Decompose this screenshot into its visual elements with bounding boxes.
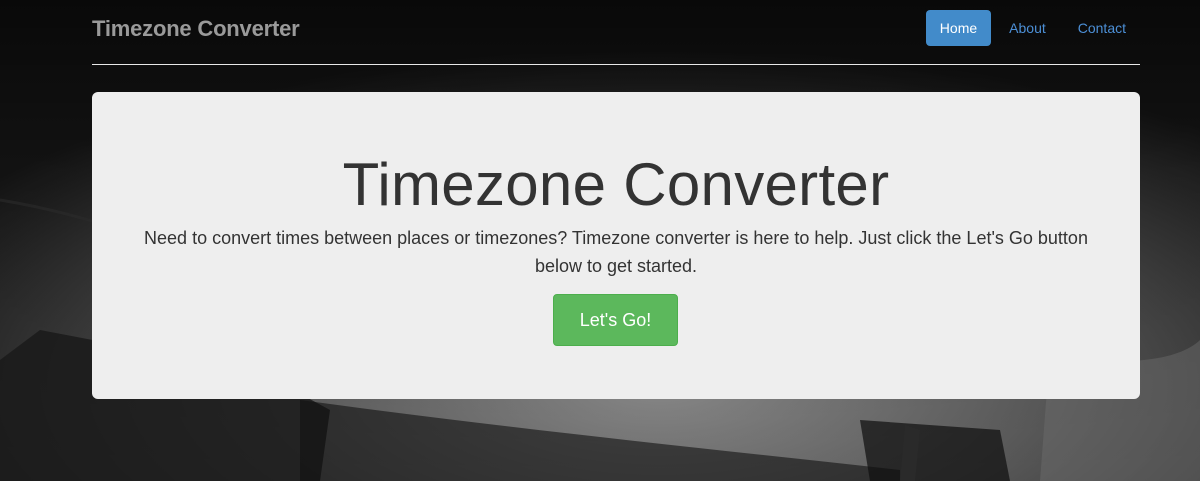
nav-links: Home About Contact	[925, 10, 1140, 46]
navbar: Timezone Converter Home About Contact	[92, 0, 1140, 65]
lets-go-button[interactable]: Let's Go!	[553, 294, 678, 346]
jumbotron: Timezone Converter Need to convert times…	[92, 92, 1140, 399]
jumbotron-description: Need to convert times between places or …	[144, 228, 1088, 276]
brand-link[interactable]: Timezone Converter	[92, 16, 300, 42]
nav-contact[interactable]: Contact	[1064, 10, 1140, 46]
jumbotron-title: Timezone Converter	[342, 151, 890, 218]
nav-about[interactable]: About	[995, 10, 1060, 46]
page: Timezone Converter Home About Contact Ti…	[0, 0, 1200, 481]
nav-home[interactable]: Home	[925, 10, 992, 46]
